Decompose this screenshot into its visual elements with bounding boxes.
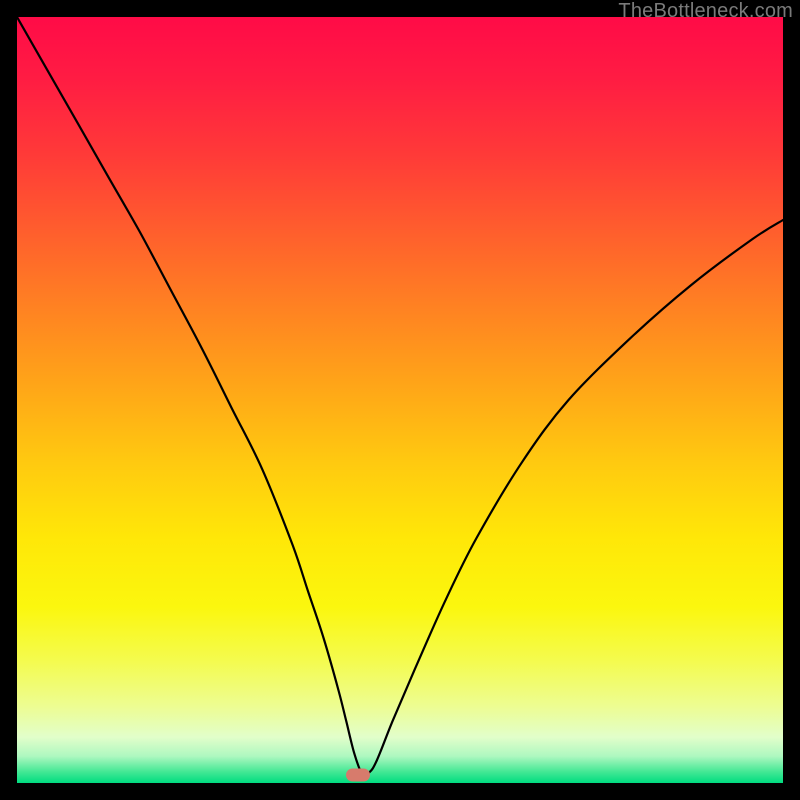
optimum-marker: [346, 769, 370, 782]
bottleneck-curve: [17, 17, 783, 783]
plot-area: [17, 17, 783, 783]
chart-stage: TheBottleneck.com: [0, 0, 800, 800]
watermark-text: TheBottleneck.com: [618, 0, 793, 23]
